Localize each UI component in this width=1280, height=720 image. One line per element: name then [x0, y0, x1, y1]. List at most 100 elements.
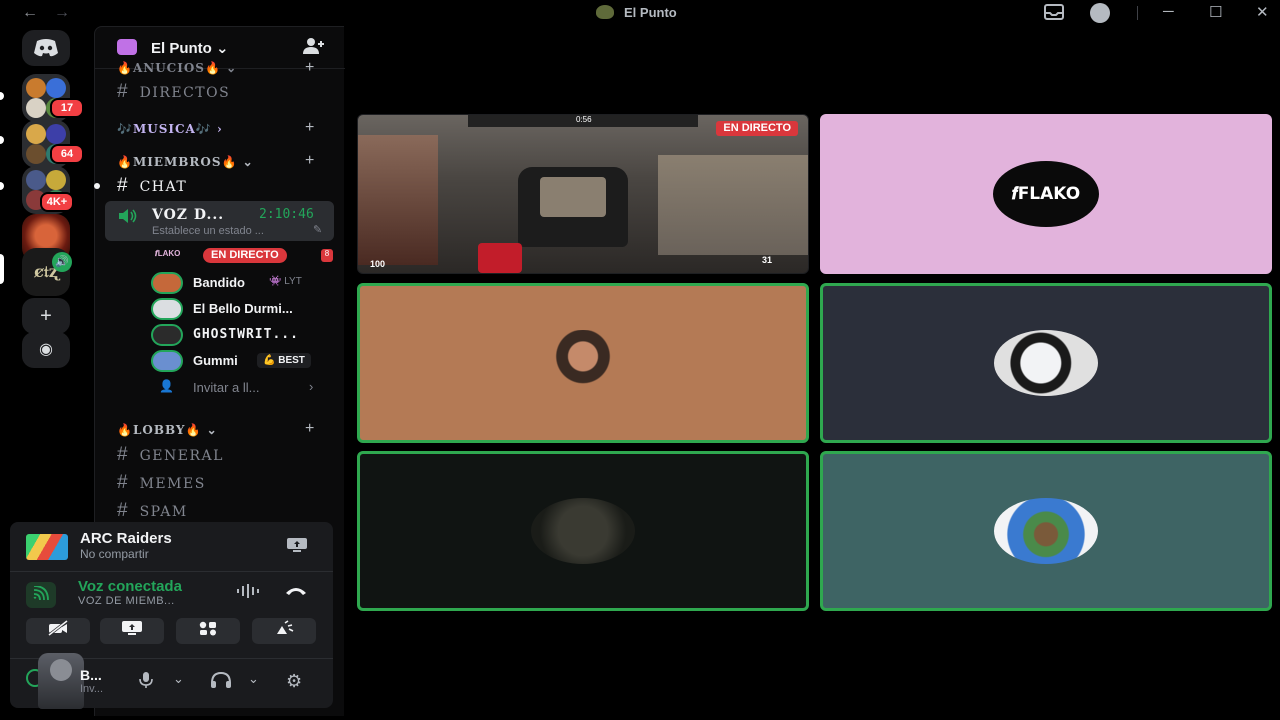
add-channel-icon[interactable]: +: [305, 420, 314, 438]
voice-member-ghostwrit[interactable]: GHOSTWRIT...: [151, 324, 331, 346]
invite-to-voice[interactable]: 👤 Invitar a ll... ›: [151, 377, 331, 399]
invite-people-icon[interactable]: [303, 37, 325, 60]
chevron-right-icon: ›: [309, 379, 314, 394]
noise-suppression-icon[interactable]: [236, 583, 262, 604]
user-panel: ARC Raiders No compartir Voz conectada V…: [10, 522, 333, 709]
voice-stage: 0:56 100 31 EN DIRECTO 𝒇FLAKO: [345, 26, 1280, 720]
edit-pencil-icon[interactable]: ✎: [313, 223, 322, 236]
avatar: [151, 298, 183, 320]
unread-indicator: [0, 92, 4, 100]
member-name: Gummi: [193, 353, 238, 368]
channel-chat[interactable]: # CHAT: [117, 175, 187, 197]
avatar: [994, 330, 1098, 396]
gear-icon[interactable]: ⚙: [286, 671, 302, 692]
avatar: [151, 324, 183, 346]
participant-tile-ghostwrit[interactable]: [357, 451, 809, 611]
channel-name: CHAT: [139, 179, 188, 195]
server-icon: [596, 5, 614, 19]
unread-indicator: [0, 136, 4, 144]
hud-health: 100: [370, 259, 386, 269]
game-weapon: [518, 167, 628, 247]
voice-speaker-icon: 🔊: [52, 252, 72, 272]
discover-button[interactable]: ◉: [22, 332, 70, 368]
voice-member-bandido[interactable]: Bandido 👾 LYT: [151, 272, 331, 294]
title-bar: ← → El Punto ? ─ ☐ ✕: [0, 0, 1280, 26]
hud-timer: 0:56: [576, 115, 592, 124]
category-lobby[interactable]: 🔥LOBBY🔥 ⌄: [117, 423, 218, 437]
camera-off-button[interactable]: [26, 618, 90, 644]
hashtag-icon: #: [117, 472, 128, 493]
screen-share-button[interactable]: [100, 618, 164, 644]
avatar: [151, 350, 183, 372]
discord-home-button[interactable]: [22, 30, 70, 66]
hashtag-icon: #: [117, 500, 128, 521]
window-title: El Punto: [596, 5, 677, 20]
channel-general[interactable]: # GENERAL: [117, 444, 224, 466]
voice-connected-label[interactable]: Voz conectada: [78, 578, 182, 595]
participant-tile-el-bello[interactable]: [820, 283, 1272, 443]
add-channel-icon[interactable]: +: [305, 119, 314, 137]
participant-tile-gummi[interactable]: [820, 451, 1272, 611]
flako-logo-icon: 𝒇LAKO: [155, 249, 181, 258]
voice-member-flako[interactable]: 𝒇LAKO EN DIRECTO 8: [151, 245, 333, 267]
voice-channel-label[interactable]: VOZ DE MIEMB...: [78, 595, 175, 607]
voice-channel-active[interactable]: VOZ D... 2:10:46 Establece un estado ...…: [105, 201, 334, 241]
add-channel-icon[interactable]: +: [305, 152, 314, 170]
back-arrow-icon[interactable]: ←: [22, 4, 38, 22]
disconnect-icon[interactable]: [284, 582, 308, 602]
forward-arrow-icon[interactable]: →: [54, 4, 70, 22]
chevron-down-icon[interactable]: ⌄: [248, 671, 259, 687]
member-activity: 💪 BEST: [257, 353, 311, 368]
server-name: El Punto ⌄: [151, 40, 229, 57]
channel-directos[interactable]: # DIRECTOS: [117, 81, 230, 103]
soundboard-button[interactable]: [252, 618, 316, 644]
member-name: El Bello Durmi...: [193, 301, 293, 316]
share-screen-icon[interactable]: [286, 537, 308, 558]
category-musica[interactable]: 🎶MUSICA🎶 ›: [117, 122, 223, 136]
hashtag-icon: #: [117, 175, 128, 196]
participant-tile-flako[interactable]: 𝒇FLAKO: [820, 114, 1272, 274]
game-wall: [358, 135, 438, 265]
channel-memes[interactable]: # MEMES: [117, 472, 206, 494]
unread-dot: [94, 183, 100, 189]
add-person-icon: 👤: [159, 379, 174, 393]
game-structure: [658, 155, 808, 255]
stream-preview-icon: 8: [321, 249, 333, 262]
signal-icon[interactable]: [26, 582, 56, 608]
stream-tile[interactable]: 0:56 100 31 EN DIRECTO: [357, 114, 809, 274]
minimize-button[interactable]: ─: [1163, 3, 1174, 20]
username: B...: [80, 667, 102, 683]
game-name: ARC Raiders: [80, 530, 172, 547]
avatar: [531, 330, 635, 396]
headphones-icon[interactable]: [210, 671, 232, 694]
voice-member-gummi[interactable]: Gummi 💪 BEST: [151, 350, 331, 372]
user-status: Inv...: [80, 683, 104, 695]
help-icon[interactable]: ?: [1090, 3, 1110, 23]
game-glove: [478, 243, 522, 273]
participant-tile-bandido[interactable]: [357, 283, 809, 443]
current-user[interactable]: B... Inv... ⌄ ⌄ ⚙: [10, 653, 333, 709]
hud-ammo: 31: [762, 255, 773, 265]
voice-channel-name: VOZ D...: [152, 207, 225, 223]
divider: [1137, 6, 1138, 20]
mention-badge: 64: [50, 144, 84, 164]
flako-logo: 𝒇FLAKO: [993, 161, 1099, 227]
maximize-button[interactable]: ☐: [1209, 3, 1222, 21]
avatar: [994, 498, 1098, 564]
add-channel-icon[interactable]: +: [305, 59, 314, 77]
category-miembros[interactable]: 🔥MIEMBROS🔥 ⌄: [117, 155, 254, 169]
voice-member-el-bello[interactable]: El Bello Durmi...: [151, 298, 331, 320]
inbox-icon[interactable]: [1044, 4, 1064, 24]
chevron-down-icon[interactable]: ⌄: [173, 671, 184, 687]
game-hud: 0:56: [468, 115, 698, 127]
window-title-text: El Punto: [624, 5, 677, 20]
avatar[interactable]: [38, 653, 84, 709]
category-anuncios[interactable]: 🔥ANUCIOS🔥 ⌄: [117, 61, 237, 75]
close-button[interactable]: ✕: [1256, 3, 1269, 21]
activities-button[interactable]: [176, 618, 240, 644]
mention-badge: 17: [50, 98, 84, 118]
channel-spam[interactable]: # SPAM: [117, 500, 188, 522]
add-server-button[interactable]: +: [22, 298, 70, 334]
microphone-icon[interactable]: [138, 671, 154, 694]
voice-connection: Voz conectada VOZ DE MIEMB...: [10, 574, 333, 616]
